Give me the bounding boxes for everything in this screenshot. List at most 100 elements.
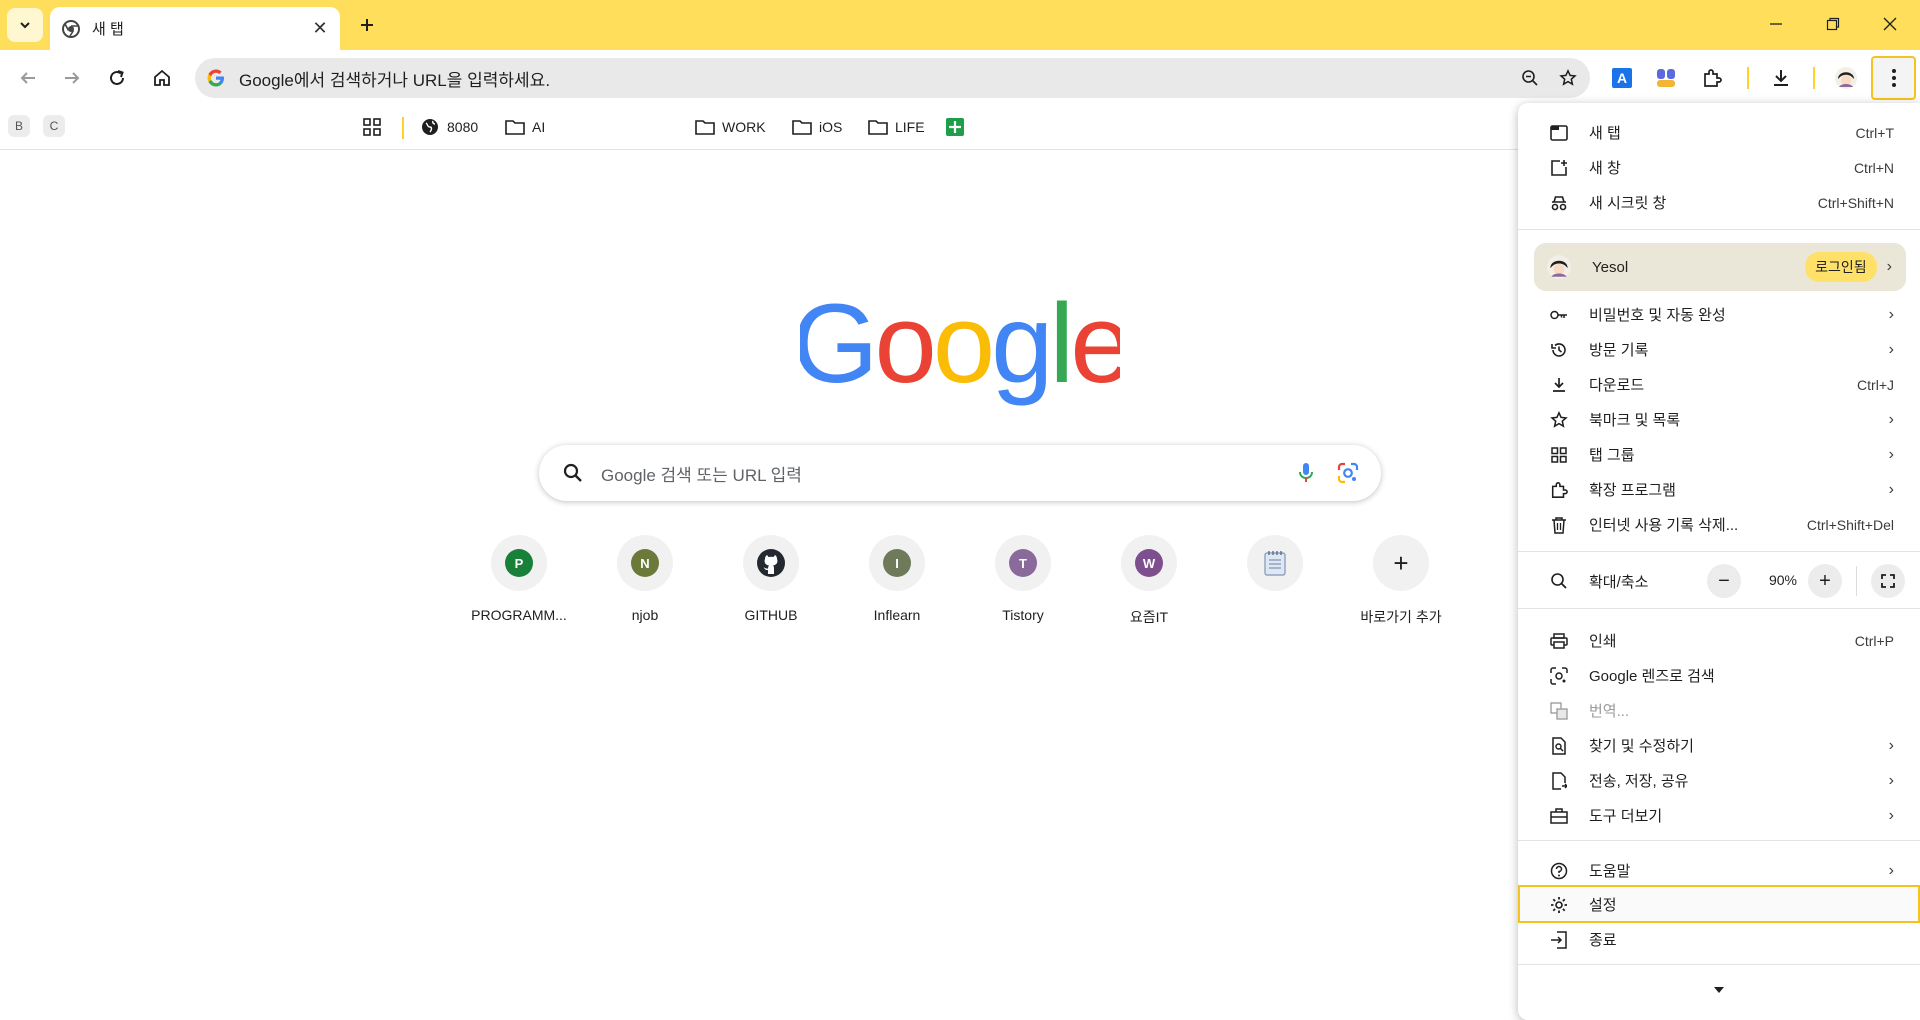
restore-button[interactable] (1810, 8, 1856, 40)
menu-item-history[interactable]: 방문 기록 › (1518, 332, 1920, 367)
menu-item-help[interactable]: 도움말 › (1518, 853, 1920, 888)
forward-button[interactable] (56, 62, 88, 94)
fullscreen-button[interactable] (1871, 564, 1905, 598)
menu-item-find-edit[interactable]: 찾기 및 수정하기 › (1518, 728, 1920, 763)
menu-item-passwords[interactable]: 비밀번호 및 자동 완성 › (1518, 297, 1920, 332)
menu-item-downloads[interactable]: 다운로드 Ctrl+J (1518, 367, 1920, 402)
shortcut-programmers[interactable]: P PROGRAMM... (463, 535, 575, 635)
address-bar[interactable]: Google에서 검색하거나 URL을 입력하세요. (195, 58, 1590, 98)
bookmark-label: WORK (722, 119, 766, 135)
downloads-button[interactable] (1765, 62, 1797, 94)
caret-down-icon (1714, 987, 1724, 993)
google-g-icon (207, 69, 224, 87)
bookmark-folder-life[interactable]: LIFE (868, 113, 925, 141)
google-lens-icon (1337, 462, 1359, 484)
ntp-search-box[interactable]: Google 검색 또는 URL 입력 (539, 445, 1381, 501)
chevron-right-icon: › (1888, 340, 1894, 358)
apps-grid-icon (363, 118, 381, 136)
zoom-indicator-button[interactable] (1514, 62, 1546, 94)
menu-item-cast-save-share[interactable]: 전송, 저장, 공유 › (1518, 763, 1920, 798)
menu-item-clear-browsing-data[interactable]: 인터넷 사용 기록 삭제... Ctrl+Shift+Del (1518, 507, 1920, 542)
shortcut-yozm-it[interactable]: W 요즘IT (1093, 535, 1205, 635)
tab-new-tab[interactable]: 새 탭 ✕ (50, 7, 340, 50)
bookmark-chip-c[interactable]: C (43, 115, 65, 137)
menu-profile-row[interactable]: Yesol 로그인됨 › (1534, 243, 1906, 291)
menu-item-google-lens[interactable]: Google 렌즈로 검색 (1518, 658, 1920, 693)
menu-item-translate[interactable]: 번역... (1518, 693, 1920, 728)
apps-shortcut[interactable] (362, 113, 382, 141)
avatar-icon (1835, 67, 1857, 89)
toolbox-icon (1550, 807, 1568, 824)
translate-extension-button[interactable]: A (1606, 62, 1638, 94)
shortcut-favicon: P (505, 549, 533, 577)
back-button[interactable] (12, 62, 44, 94)
menu-item-new-window[interactable]: 새 창 Ctrl+N (1518, 150, 1920, 185)
menu-item-tab-groups[interactable]: 탭 그룹 › (1518, 437, 1920, 472)
bookmark-star-button[interactable] (1552, 62, 1584, 94)
reload-button[interactable] (101, 62, 133, 94)
bookmark-folder-ai[interactable]: AI (505, 113, 545, 141)
extension-button[interactable] (1650, 62, 1682, 94)
extension-app-icon (1657, 69, 1675, 87)
plus-icon (361, 19, 373, 31)
zoom-out-button[interactable]: − (1707, 564, 1741, 598)
github-icon (757, 549, 785, 577)
puzzle-icon (1551, 481, 1568, 498)
arrow-left-icon (20, 72, 35, 84)
search-placeholder: Google 검색 또는 URL 입력 (601, 465, 802, 485)
close-window-button[interactable] (1867, 8, 1913, 40)
folder-icon (868, 120, 888, 135)
chevron-right-icon: › (1888, 861, 1894, 879)
lens-search-button[interactable] (1333, 458, 1363, 488)
voice-search-button[interactable] (1291, 458, 1321, 488)
home-button[interactable] (146, 62, 178, 94)
help-icon (1550, 862, 1568, 879)
extensions-menu-button[interactable] (1696, 62, 1728, 94)
menu-item-incognito[interactable]: 새 시크릿 창 Ctrl+Shift+N (1518, 185, 1920, 220)
shortcut-tistory[interactable]: T Tistory (967, 535, 1079, 635)
star-icon (1550, 410, 1568, 428)
tab-search-button[interactable] (7, 8, 43, 42)
bookmark-chip-b[interactable]: B (8, 115, 30, 137)
menu-item-print[interactable]: 인쇄 Ctrl+P (1518, 623, 1920, 658)
bookmark-folder-ios[interactable]: iOS (792, 113, 842, 141)
menu-item-extensions[interactable]: 확장 프로그램 › (1518, 472, 1920, 507)
fullscreen-icon (1881, 574, 1895, 588)
menu-scroll-down-icon[interactable] (1710, 983, 1728, 997)
chrome-icon (62, 19, 80, 38)
chevron-right-icon: › (1888, 410, 1894, 428)
print-icon (1550, 632, 1568, 649)
bookmark-8080[interactable]: 8080 (420, 113, 478, 141)
zoom-out-icon (1522, 70, 1538, 86)
close-tab-icon[interactable]: ✕ (310, 18, 330, 39)
zoom-in-button[interactable]: + (1808, 564, 1842, 598)
bookmark-folder-work[interactable]: WORK (695, 113, 766, 141)
menu-item-bookmarks[interactable]: 북마크 및 목록 › (1518, 402, 1920, 437)
new-tab-button[interactable] (352, 10, 382, 40)
trash-icon (1552, 516, 1566, 534)
key-icon (1550, 310, 1567, 319)
chrome-menu-button[interactable] (1871, 56, 1916, 100)
shortcut-github[interactable]: GITHUB (715, 535, 827, 635)
shortcut-njob[interactable]: N njob (589, 535, 701, 635)
shortcut-inflearn[interactable]: I Inflearn (841, 535, 953, 635)
bookmark-sheets[interactable] (945, 113, 965, 141)
menu-item-more-tools[interactable]: 도구 더보기 › (1518, 798, 1920, 833)
profile-avatar-button[interactable] (1830, 62, 1862, 94)
shortcut-notepad[interactable] (1219, 535, 1331, 635)
shortcut-favicon: W (1135, 549, 1163, 577)
tab-groups-icon (1551, 446, 1567, 463)
translate-icon: A (1612, 68, 1632, 88)
menu-item-settings[interactable]: 설정 (1518, 887, 1920, 922)
add-shortcut-button[interactable]: + 바로가기 추가 (1345, 535, 1457, 635)
bookmark-label: LIFE (895, 119, 925, 135)
menu-item-new-tab[interactable]: 새 탭 Ctrl+T (1518, 115, 1920, 150)
puzzle-icon (1704, 69, 1722, 87)
toolbar: Google에서 검색하거나 URL을 입력하세요. A (0, 50, 1920, 107)
shortcut-label: 요즘IT (1129, 609, 1169, 625)
translate-icon (1550, 701, 1568, 720)
shortcut-favicon: N (631, 549, 659, 577)
minimize-button[interactable] (1753, 8, 1799, 40)
menu-item-exit[interactable]: 종료 (1518, 922, 1920, 957)
bookmark-label: iOS (819, 119, 843, 135)
